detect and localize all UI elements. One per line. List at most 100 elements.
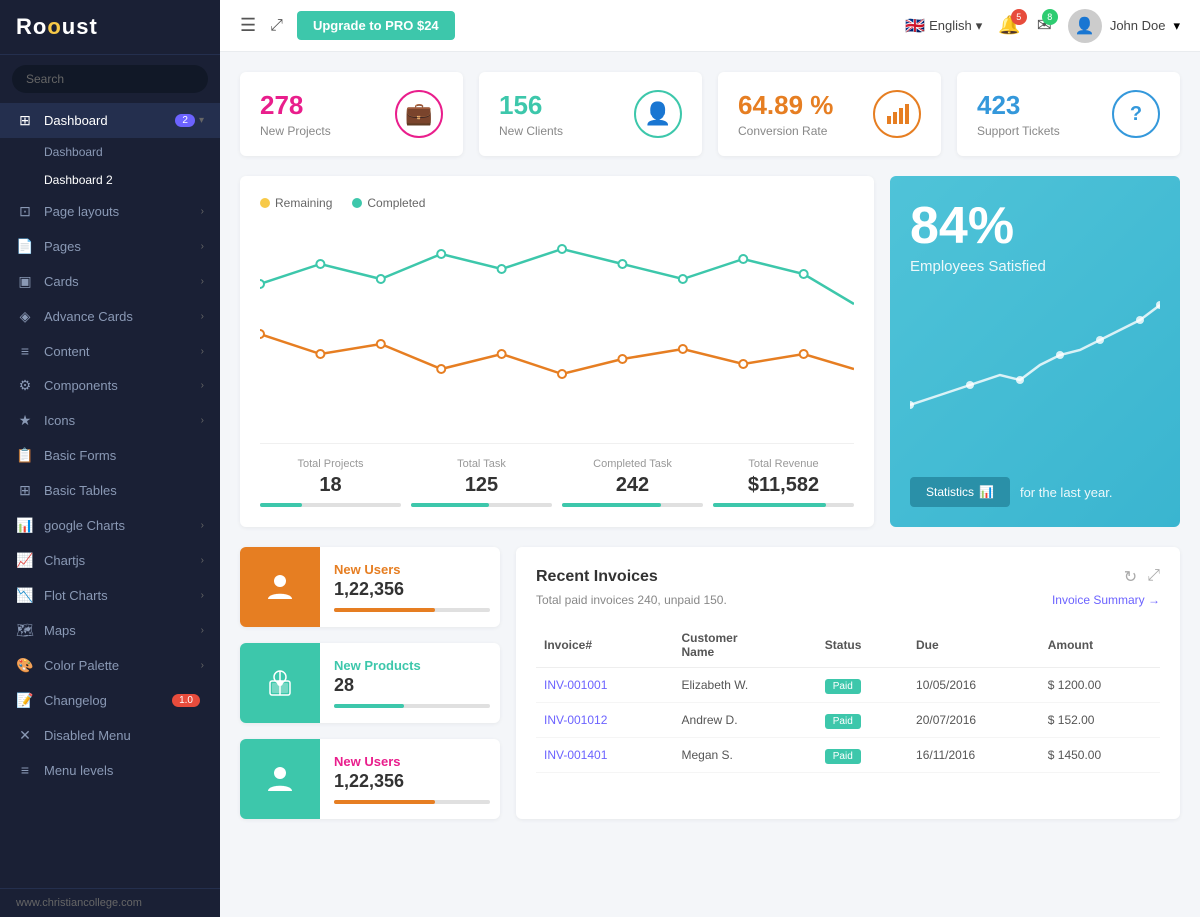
sidebar-item-components[interactable]: ⚙ Components › xyxy=(0,368,220,403)
customer-name: Andrew D. xyxy=(674,703,817,738)
avatar: 👤 xyxy=(1068,9,1102,43)
page-content: 278 New Projects 💼 156 New Clients 👤 64.… xyxy=(220,52,1200,917)
revenue-progress xyxy=(713,503,826,507)
invoice-card: Recent Invoices ↻ ⤢ Total paid invoices … xyxy=(516,547,1180,819)
sidebar-item-advance-cards[interactable]: ◈ Advance Cards › xyxy=(0,299,220,334)
expand-icon[interactable]: ⤢ xyxy=(270,17,283,35)
upgrade-button[interactable]: Upgrade to PRO $24 xyxy=(297,11,455,40)
invoice-amount: $ 152.00 xyxy=(1040,703,1160,738)
invoice-title: Recent Invoices xyxy=(536,568,658,586)
invoice-due: 16/11/2016 xyxy=(908,738,1040,773)
sidebar-subitem-dashboard[interactable]: Dashboard xyxy=(0,138,220,166)
changelog-badge: 1.0 xyxy=(172,694,200,707)
sidebar-subitem-dashboard2[interactable]: Dashboard 2 xyxy=(0,166,220,194)
topbar-left: ☰ ⤢ Upgrade to PRO $24 xyxy=(240,11,455,40)
clients-label: New Clients xyxy=(499,124,563,138)
chevron-right-icon: › xyxy=(201,415,204,426)
sidebar-item-changelog[interactable]: 📝 Changelog 1.0 xyxy=(0,683,220,718)
conversion-value: 64.89 % xyxy=(738,90,833,121)
messages-button[interactable]: ✉ 8 xyxy=(1037,15,1052,36)
sidebar-item-google-charts[interactable]: 📊 google Charts › xyxy=(0,508,220,543)
search-input[interactable] xyxy=(12,65,208,93)
expand-invoice-icon[interactable]: ⤢ xyxy=(1147,567,1160,587)
sidebar-item-disabled-menu[interactable]: ✕ Disabled Menu xyxy=(0,718,220,753)
invoice-header: Recent Invoices ↻ ⤢ xyxy=(536,567,1160,587)
sidebar-item-maps[interactable]: 🗺 Maps › xyxy=(0,613,220,648)
mini-card-products: New Products 28 xyxy=(240,643,500,723)
chartjs-icon: 📈 xyxy=(16,552,34,569)
mini-card-users: New Users 1,22,356 xyxy=(240,547,500,627)
sidebar-footer: www.christiancollege.com xyxy=(0,888,220,917)
projects-label: New Projects xyxy=(260,124,331,138)
mini-cards: New Users 1,22,356 xyxy=(240,547,500,819)
topbar-right: 🇬🇧 English ▾ 🔔 5 ✉ 8 👤 John Doe ▾ xyxy=(905,9,1180,43)
changelog-icon: 📝 xyxy=(16,692,34,709)
language-selector[interactable]: 🇬🇧 English ▾ xyxy=(905,16,982,36)
notification-badge: 5 xyxy=(1011,9,1027,25)
sidebar-item-flot-charts[interactable]: 📉 Flot Charts › xyxy=(0,578,220,613)
users-mini-icon xyxy=(240,547,320,627)
search-area xyxy=(0,55,220,103)
legend-remaining: Remaining xyxy=(260,196,332,210)
invoice-summary-link[interactable]: Invoice Summary → xyxy=(1052,593,1160,607)
table-row: INV-001401 Megan S. Paid 16/11/2016 $ 14… xyxy=(536,738,1160,773)
logo: Rooust xyxy=(16,14,204,40)
sidebar-item-basic-tables[interactable]: ⊞ Basic Tables xyxy=(0,473,220,508)
content-icon: ≡ xyxy=(16,343,34,359)
tasks-progress xyxy=(411,503,489,507)
invoice-due: 10/05/2016 xyxy=(908,668,1040,703)
sidebar-item-icons[interactable]: ★ Icons › xyxy=(0,403,220,438)
invoice-id[interactable]: INV-001401 xyxy=(536,738,674,773)
invoice-id[interactable]: INV-001001 xyxy=(536,668,674,703)
satisfaction-percentage: 84% xyxy=(910,200,1160,252)
invoice-actions: ↻ ⤢ xyxy=(1124,567,1160,587)
flag-icon: 🇬🇧 xyxy=(905,16,925,36)
mini-card-users-2: New Users 1,22,356 xyxy=(240,739,500,819)
disabled-menu-icon: ✕ xyxy=(16,727,34,744)
users2-mini-title: New Users xyxy=(334,754,490,769)
hamburger-icon[interactable]: ☰ xyxy=(240,15,256,36)
message-badge: 8 xyxy=(1042,9,1058,25)
stat-card-clients: 156 New Clients 👤 xyxy=(479,72,702,156)
notifications-button[interactable]: 🔔 5 xyxy=(998,15,1020,36)
sidebar-item-cards[interactable]: ▣ Cards › xyxy=(0,264,220,299)
invoice-id[interactable]: INV-001012 xyxy=(536,703,674,738)
projects-value: 278 xyxy=(260,90,331,121)
sidebar-item-page-layouts[interactable]: ⊡ Page layouts › xyxy=(0,194,220,229)
col-customer: CustomerName xyxy=(674,623,817,668)
middle-row: Remaining Completed xyxy=(240,176,1180,527)
user-menu[interactable]: 👤 John Doe ▾ xyxy=(1068,9,1180,43)
invoice-subheader: Total paid invoices 240, unpaid 150. Inv… xyxy=(536,593,1160,607)
sidebar-item-pages[interactable]: 📄 Pages › xyxy=(0,229,220,264)
conversion-label: Conversion Rate xyxy=(738,124,833,138)
sidebar-item-color-palette[interactable]: 🎨 Color Palette › xyxy=(0,648,220,683)
clients-value: 156 xyxy=(499,90,563,121)
sidebar-item-basic-forms[interactable]: 📋 Basic Forms xyxy=(0,438,220,473)
color-palette-icon: 🎨 xyxy=(16,657,34,674)
invoice-due: 20/07/2016 xyxy=(908,703,1040,738)
sidebar-item-menu-levels[interactable]: ≡ Menu levels xyxy=(0,753,220,787)
completed-dot xyxy=(352,198,362,208)
refresh-icon[interactable]: ↻ xyxy=(1124,567,1137,587)
satisfaction-label: Employees Satisfied xyxy=(910,258,1160,275)
tickets-label: Support Tickets xyxy=(977,124,1060,138)
sidebar-item-content[interactable]: ≡ Content › xyxy=(0,334,220,368)
customer-name: Megan S. xyxy=(674,738,817,773)
invoice-status: Paid xyxy=(817,668,908,703)
clients-icon: 👤 xyxy=(634,90,682,138)
sidebar: Rooust ⊞ Dashboard 2 ▾ Dashboard Dashboa… xyxy=(0,0,220,917)
chart-stat-completed: Completed Task 242 xyxy=(562,458,703,507)
bottom-row: New Users 1,22,356 xyxy=(240,547,1180,819)
sidebar-item-dashboard[interactable]: ⊞ Dashboard 2 ▾ xyxy=(0,103,220,138)
users2-progress-bar xyxy=(334,800,435,804)
invoice-amount: $ 1450.00 xyxy=(1040,738,1160,773)
chevron-right-icon: › xyxy=(201,380,204,391)
chevron-right-icon: › xyxy=(201,520,204,531)
statistics-button[interactable]: Statistics 📊 xyxy=(910,477,1010,507)
pages-icon: 📄 xyxy=(16,238,34,255)
basic-tables-icon: ⊞ xyxy=(16,482,34,499)
blue-chart xyxy=(910,285,1160,461)
user-name: John Doe xyxy=(1110,18,1166,33)
table-row: INV-001001 Elizabeth W. Paid 10/05/2016 … xyxy=(536,668,1160,703)
sidebar-item-chartjs[interactable]: 📈 Chartjs › xyxy=(0,543,220,578)
